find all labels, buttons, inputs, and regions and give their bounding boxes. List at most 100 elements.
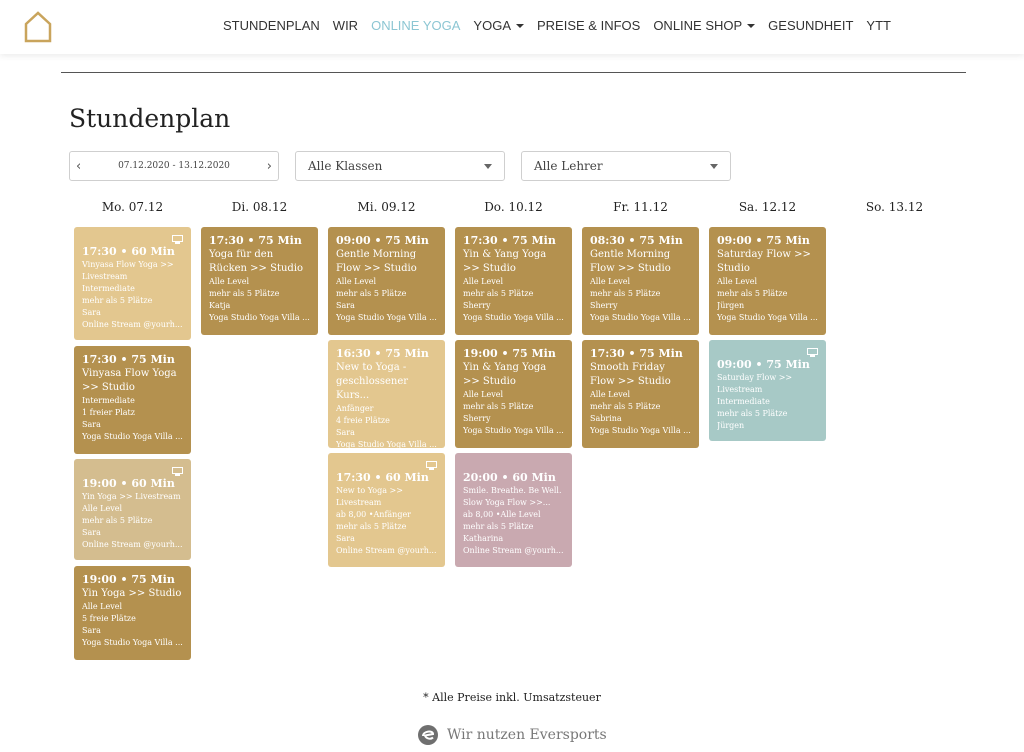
top-navigation-bar: STUNDENPLAN WIR ONLINE YOGA YOGA PREISE … (0, 0, 1024, 54)
class-time: 17:30 • 60 Min (82, 245, 175, 258)
class-teacher: Sabrina (590, 414, 622, 423)
day-header-friday: Fr. 11.12 (613, 200, 668, 214)
previous-week-icon[interactable]: ‹ (76, 159, 81, 174)
class-filter-select[interactable]: Alle Klassen (295, 151, 505, 181)
class-card[interactable]: 17:30 • 75 Min Vinyasa Flow Yoga >> Stud… (74, 346, 191, 454)
class-name: New to Yoga - geschlossener Kurs... (336, 362, 409, 401)
powered-by-link[interactable]: Wir nutzen Eversports (417, 724, 607, 746)
class-level: Intermediate (717, 397, 770, 406)
class-level: ab 8,00 •Alle Level (463, 510, 541, 519)
nav-item-wir[interactable]: WIR (333, 18, 358, 33)
class-name: New to Yoga >> Livestream (336, 486, 403, 507)
class-name: Gentle Morning Flow >> Studio (590, 249, 671, 274)
class-location: Yoga Studio Yoga Villa ... (590, 426, 691, 435)
class-level: Alle Level (82, 602, 123, 611)
class-time: 19:00 • 75 Min (463, 347, 556, 360)
class-spots: mehr als 5 Plätze (463, 402, 534, 411)
teacher-filter-select[interactable]: Alle Lehrer (521, 151, 731, 181)
class-card[interactable]: 17:30 • 60 Min Vinyasa Flow Yoga >> Live… (74, 227, 191, 340)
class-card[interactable]: 16:30 • 75 Min New to Yoga - geschlossen… (328, 340, 445, 448)
class-time: 20:00 • 60 Min (463, 471, 556, 484)
class-location: Online Stream @yourh... (336, 546, 437, 555)
class-level: Alle Level (463, 390, 504, 399)
class-location: Online Stream @yourh... (82, 320, 183, 329)
class-card[interactable]: 09:00 • 75 Min Saturday Flow >> Studio A… (709, 227, 826, 335)
class-name: Gentle Morning Flow >> Studio (336, 249, 417, 274)
content-divider (61, 72, 966, 73)
class-time: 17:30 • 60 Min (336, 471, 429, 484)
class-level: ab 8,00 •Anfänger (336, 510, 411, 519)
nav-item-online-yoga[interactable]: ONLINE YOGA (371, 18, 460, 33)
date-range-picker: ‹ 07.12.2020 - 13.12.2020 › (69, 151, 279, 181)
nav-item-stundenplan[interactable]: STUNDENPLAN (223, 18, 320, 33)
class-teacher: Sherry (590, 301, 618, 310)
class-spots: mehr als 5 Plätze (82, 516, 153, 525)
class-time: 17:30 • 75 Min (82, 353, 175, 366)
class-spots: mehr als 5 Plätze (336, 522, 407, 531)
class-teacher: Jürgen (717, 301, 745, 310)
class-location: Yoga Studio Yoga Villa ... (717, 313, 818, 322)
powered-by-text: Wir nutzen Eversports (447, 727, 607, 743)
class-spots: mehr als 5 Plätze (590, 289, 661, 298)
class-location: Yoga Studio Yoga Villa ... (82, 432, 183, 441)
class-card[interactable]: 20:00 • 60 Min Smile. Breathe. Be Well. … (455, 453, 572, 567)
class-level: Intermediate (82, 396, 135, 405)
class-name: Yoga für den Rücken >> Studio (209, 249, 304, 274)
class-card[interactable]: 09:00 • 75 Min Saturday Flow >> Livestre… (709, 340, 826, 441)
day-header-monday: Mo. 07.12 (101, 200, 164, 214)
class-level: Alle Level (463, 277, 504, 286)
class-spots: mehr als 5 Plätze (209, 289, 280, 298)
class-location: Yoga Studio Yoga Villa ... (463, 313, 564, 322)
nav-item-ytt[interactable]: YTT (866, 18, 891, 33)
class-level: Anfänger (336, 404, 374, 413)
class-location: Online Stream @yourh... (463, 546, 564, 555)
monitor-icon (172, 467, 183, 476)
class-card[interactable]: 17:30 • 75 Min Smooth Friday Flow >> Stu… (582, 340, 699, 448)
class-level: Alle Level (590, 390, 631, 399)
class-teacher: Sherry (463, 301, 491, 310)
next-week-icon[interactable]: › (267, 159, 272, 174)
class-level: Intermediate (82, 284, 135, 293)
class-spots: 4 freie Plätze (336, 416, 390, 425)
class-teacher: Katharina (463, 534, 504, 543)
class-name: Yin & Yang Yoga >> Studio (463, 249, 547, 274)
nav-item-yoga[interactable]: YOGA (473, 18, 524, 33)
class-card[interactable]: 08:30 • 75 Min Gentle Morning Flow >> St… (582, 227, 699, 335)
class-time: 09:00 • 75 Min (717, 234, 810, 247)
class-card[interactable]: 09:00 • 75 Min Gentle Morning Flow >> St… (328, 227, 445, 335)
class-teacher: Sara (336, 428, 355, 437)
nav-item-preise-infos[interactable]: PREISE & INFOS (537, 18, 640, 33)
chevron-down-icon (484, 163, 492, 169)
date-range-label[interactable]: 07.12.2020 - 13.12.2020 (118, 161, 230, 171)
class-card[interactable]: 19:00 • 75 Min Yin & Yang Yoga >> Studio… (455, 340, 572, 448)
class-spots: mehr als 5 Plätze (463, 522, 534, 531)
class-name: Vinyasa Flow Yoga >> Studio (82, 368, 177, 393)
class-name: Yin Yoga >> Studio (82, 588, 182, 599)
class-teacher: Sherry (463, 414, 491, 423)
class-spots: mehr als 5 Plätze (82, 296, 153, 305)
class-card[interactable]: 17:30 • 60 Min New to Yoga >> Livestream… (328, 453, 445, 567)
nav-item-online-shop[interactable]: ONLINE SHOP (653, 18, 756, 33)
class-name: Yin & Yang Yoga >> Studio (463, 362, 547, 387)
class-time: 19:00 • 75 Min (82, 573, 175, 586)
class-time: 17:30 • 75 Min (209, 234, 302, 247)
class-spots: mehr als 5 Plätze (590, 402, 661, 411)
class-level: Alle Level (82, 504, 123, 513)
day-header-tuesday: Di. 08.12 (231, 200, 288, 214)
main-nav: STUNDENPLAN WIR ONLINE YOGA YOGA PREISE … (223, 18, 904, 33)
class-card[interactable]: 17:30 • 75 Min Yoga für den Rücken >> St… (201, 227, 318, 335)
class-card[interactable]: 19:00 • 60 Min Yin Yoga >> Livestream Al… (74, 459, 191, 560)
class-name: Saturday Flow >> Livestream (717, 373, 793, 394)
class-teacher: Katja (209, 301, 231, 310)
class-name: Yin Yoga >> Livestream (82, 492, 181, 501)
class-card[interactable]: 17:30 • 75 Min Yin & Yang Yoga >> Studio… (455, 227, 572, 335)
class-card[interactable]: 19:00 • 75 Min Yin Yoga >> Studio Alle L… (74, 566, 191, 660)
day-header-sunday: So. 13.12 (865, 200, 924, 214)
class-time: 16:30 • 75 Min (336, 347, 429, 360)
class-teacher: Jürgen (717, 421, 745, 430)
class-time: 19:00 • 60 Min (82, 477, 175, 490)
class-name: Smile. Breathe. Be Well. Slow Yoga Flow … (463, 486, 562, 507)
nav-item-gesundheit[interactable]: GESUNDHEIT (768, 18, 853, 33)
home-logo-icon[interactable] (22, 8, 54, 44)
class-level: Alle Level (209, 277, 250, 286)
